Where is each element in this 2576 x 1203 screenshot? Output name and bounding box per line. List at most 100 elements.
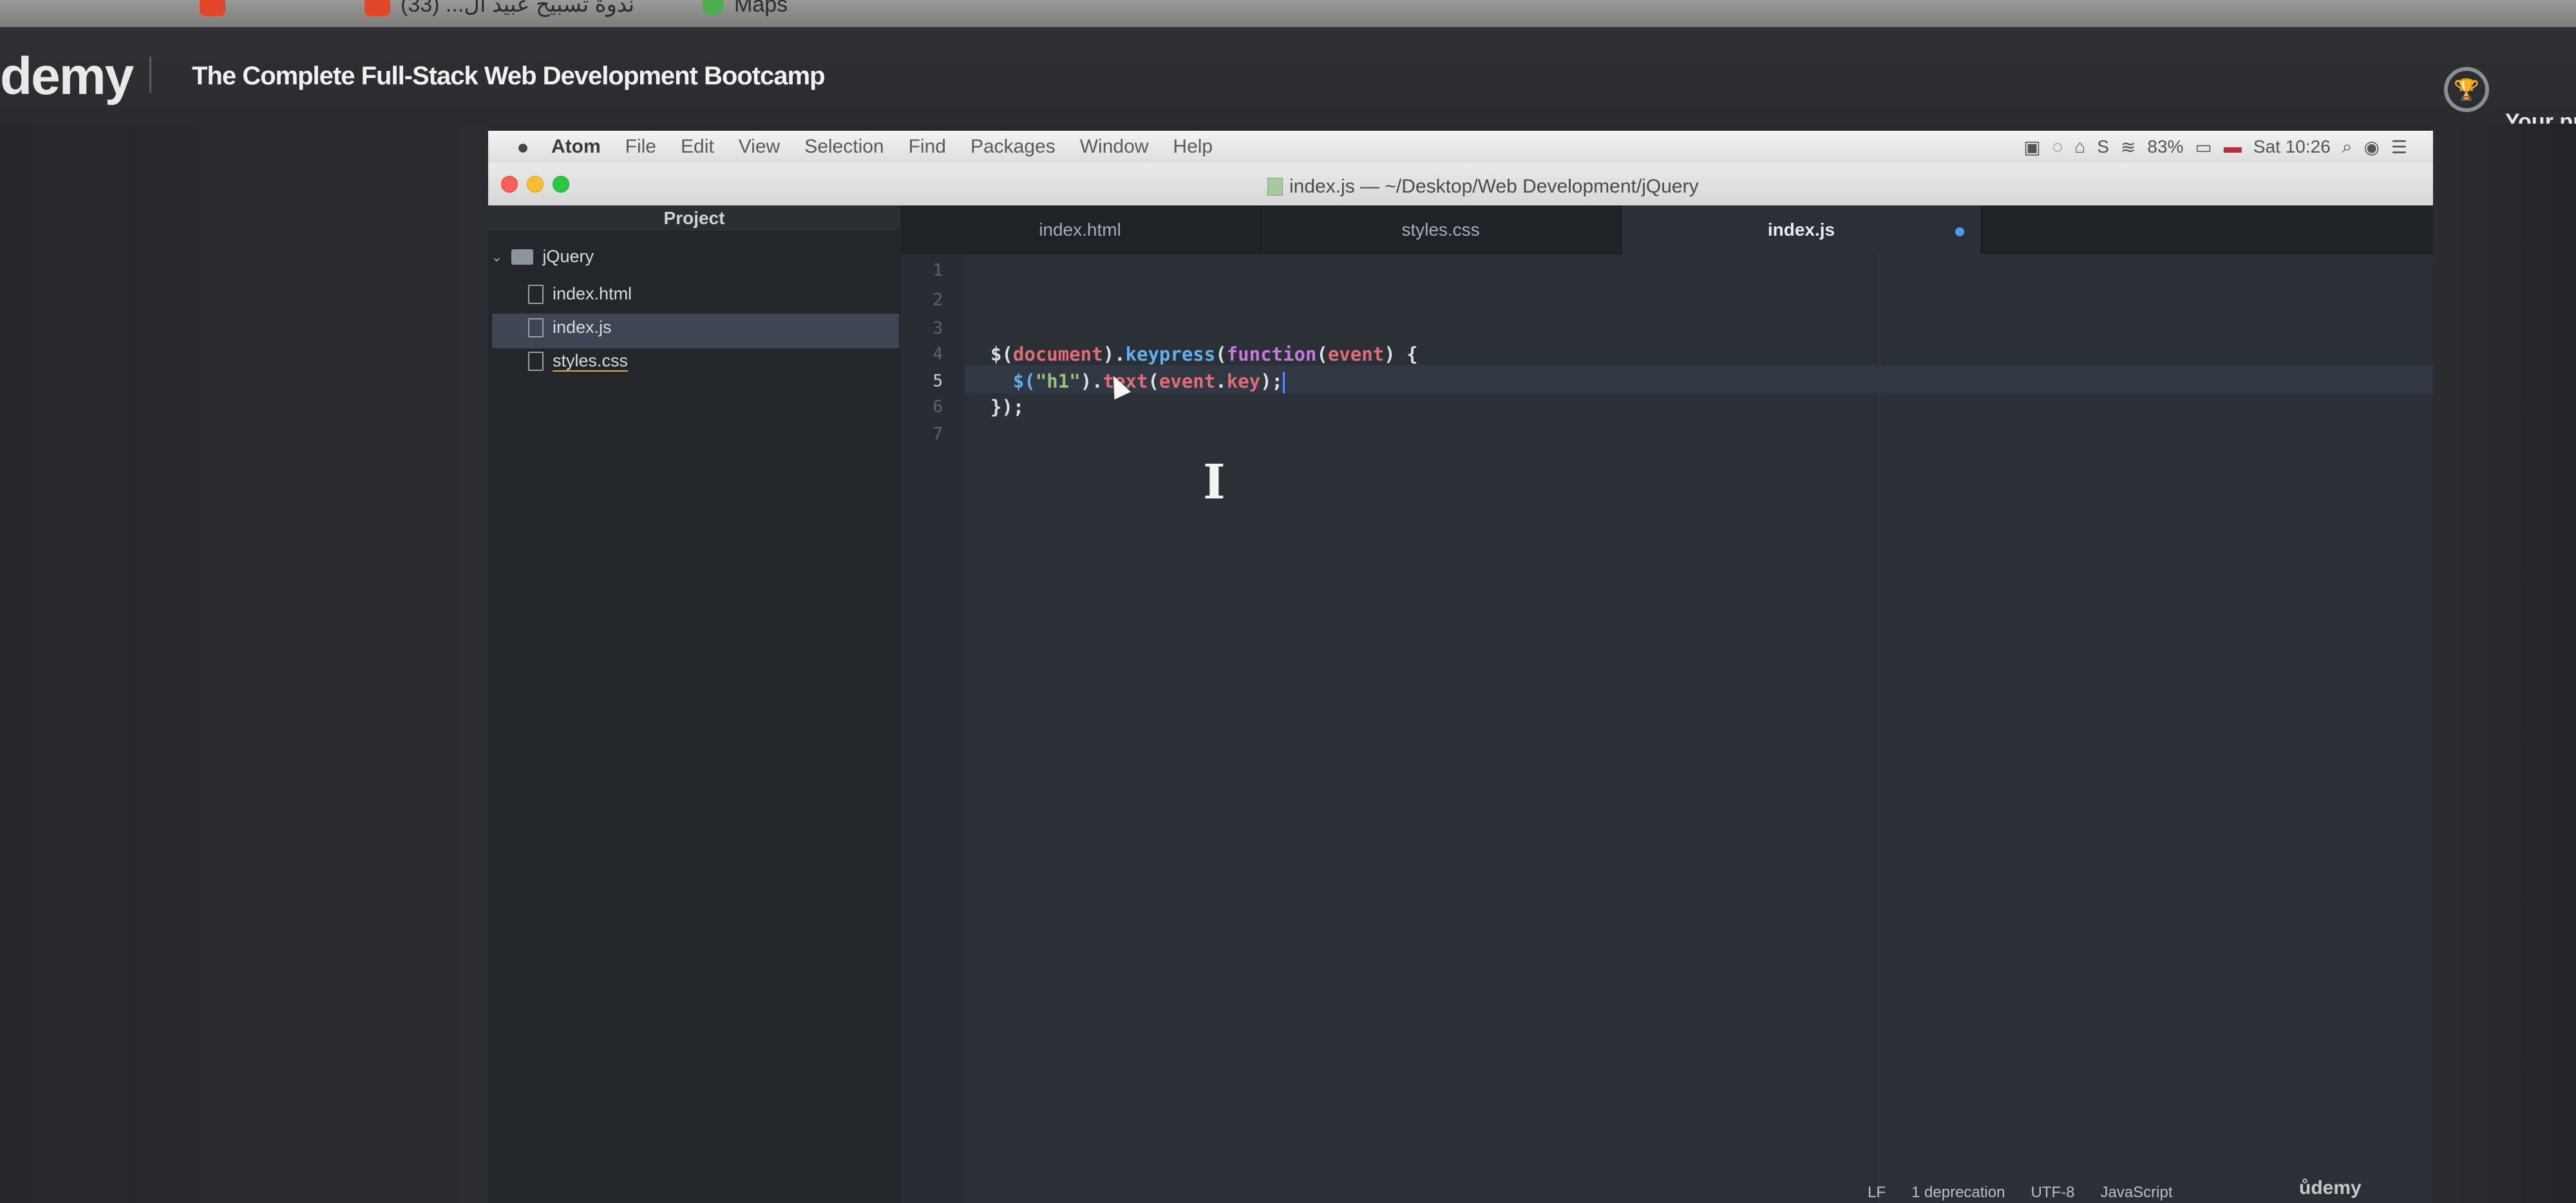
line-number: 5 [933,372,943,391]
trophy-icon[interactable]: 🏆 [2444,67,2489,112]
course-title[interactable]: The Complete Full-Stack Web Development … [192,62,826,91]
tab-styles-css[interactable]: styles.css [1261,205,1622,254]
tab-label: index.html [1039,220,1121,240]
skype-icon[interactable]: S [2097,137,2109,157]
menu-find[interactable]: Find [909,136,946,158]
code-line-6[interactable]: }); [990,396,1024,418]
menu-packages[interactable]: Packages [971,136,1056,158]
text-caret [1283,372,1285,393]
bookmark-item[interactable]: Maps [697,0,788,21]
token-identifier: event [1327,343,1385,365]
tree-file-index-html[interactable]: index.html [528,284,632,304]
bookmark-favicon-icon [200,0,225,16]
menubar-clock[interactable]: Sat 10:26 [2253,137,2331,157]
zoom-window-button[interactable] [553,176,569,193]
code-line-5[interactable]: $("h1").text(event.key); [990,370,1285,393]
line-number-gutter [900,254,965,1203]
token-punct: $( [990,370,1036,392]
window-title: index.js — ~/Desktop/Web Development/jQu… [1267,176,1699,198]
folder-label: jQuery [542,247,594,266]
tree-folder-jquery[interactable]: ⌄ jQuery [491,247,594,267]
token-punct: $( [990,343,1013,365]
video-right-margin [2431,124,2576,1203]
bookmark-label: Maps [734,0,788,17]
menu-view[interactable]: View [739,136,780,158]
display-icon[interactable]: ⌂ [2074,137,2085,157]
token-identifier: document [1012,343,1103,365]
menubar-status-area: ▣ ◌ ⌂ S ≋ 83% ▭ ▬ Sat 10:26 ⌕ ◉ ☰ [2023,137,2407,158]
tree-header[interactable]: Project [488,205,900,232]
macos-menubar: ● Atom File Edit View Selection Find Pac… [488,131,2433,164]
line-number: 7 [933,424,943,444]
status-line-ending[interactable]: LF [1868,1184,1886,1203]
window-titlebar: index.js — ~/Desktop/Web Development/jQu… [488,163,2433,207]
menu-help[interactable]: Help [1173,136,1213,158]
maps-pin-icon [697,0,729,21]
siri-icon[interactable]: ◉ [2363,137,2379,158]
line-number: 3 [933,319,943,338]
bookmark-item[interactable]: ندوة تسبيح عبيد ال... (33) [200,0,634,18]
status-deprecation[interactable]: 1 deprecation [1911,1184,2005,1203]
menu-selection[interactable]: Selection [804,136,884,158]
header-divider [149,57,151,93]
window-title-text: index.js — ~/Desktop/Web Development/jQu… [1289,176,1699,197]
token-punct: ). [1080,370,1103,392]
tree-file-styles-css[interactable]: styles.css [528,351,628,371]
tab-label: index.js [1767,220,1835,240]
token-keyword: function [1226,343,1317,365]
flag-icon[interactable]: ▬ [2224,137,2242,157]
line-number: 4 [933,345,943,364]
tab-index-html[interactable]: index.html [900,205,1261,254]
spotlight-search-icon[interactable]: ⌕ [2342,137,2353,158]
line-number: 2 [933,290,943,310]
minimize-window-button[interactable] [527,176,544,193]
circle-icon[interactable]: ◌ [2052,137,2063,157]
code-editor[interactable]: 1 2 3 4 5 6 7 $(document).keypress(funct… [900,254,2433,1203]
token-string: "h1" [1035,370,1081,392]
bookmark-favicon-icon [365,0,390,16]
tree-file-index-js[interactable]: index.js [528,317,612,337]
wifi-icon[interactable]: ≋ [2121,137,2136,158]
folder-icon [511,249,534,265]
ibeam-cursor-icon: I [1203,455,1226,510]
token-punct: ( [1215,343,1227,365]
battery-percent[interactable]: 83% [2147,137,2183,157]
chevron-down-icon: ⌄ [491,248,503,265]
file-label: index.js [553,317,612,337]
project-tree: Project ⌄ jQuery index.html index.js sty… [488,205,900,1203]
status-grammar[interactable]: JavaScript [2100,1184,2172,1203]
file-icon [528,284,544,304]
wrap-guide [1879,254,1880,1203]
line-number: 1 [933,261,943,280]
menu-window[interactable]: Window [1080,136,1149,158]
udemy-logo[interactable]: demy [0,46,134,107]
menu-edit[interactable]: Edit [681,136,714,158]
token-punct: . [1215,370,1227,392]
file-label: styles.css [553,351,629,370]
tab-index-js[interactable]: index.js [1622,205,1982,254]
battery-icon[interactable]: ▭ [2195,137,2211,158]
bookmarks-bar: ندوة تسبيح عبيد ال... (33) Maps [0,0,2576,27]
token-property: key [1226,370,1261,392]
status-encoding[interactable]: UTF-8 [2031,1184,2074,1203]
file-icon [1267,178,1283,196]
code-line-4[interactable]: $(document).keypress(function(event) { [990,343,1418,365]
menu-app-name[interactable]: Atom [551,136,601,158]
token-punct: ); [1260,370,1283,392]
atom-editor: Project ⌄ jQuery index.html index.js sty… [488,205,2433,1203]
udemy-watermark: ůdemy [2299,1177,2362,1198]
line-number: 6 [933,397,943,417]
token-identifier: event [1159,370,1216,392]
token-punct: ( [1316,343,1328,365]
tab-bar: index.html styles.css index.js [900,205,2433,254]
modified-dot-icon [1955,227,1964,236]
token-punct: ( [1148,370,1159,392]
screen-record-icon[interactable]: ▣ [2023,137,2040,158]
file-icon [528,317,544,337]
close-window-button[interactable] [501,176,518,193]
video-left-margin [0,124,489,1203]
menu-file[interactable]: File [625,136,656,158]
notification-center-icon[interactable]: ☰ [2391,137,2407,158]
apple-icon[interactable]: ● [504,135,542,159]
token-punct: ). [1103,343,1126,365]
